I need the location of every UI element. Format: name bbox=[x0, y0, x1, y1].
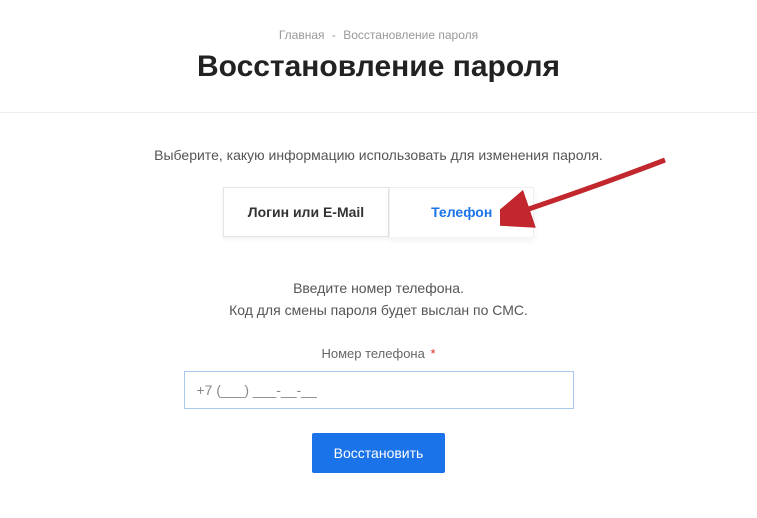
phone-label-text: Номер телефона bbox=[321, 346, 424, 361]
phone-desc-line2: Код для смены пароля будет выслан по СМС… bbox=[0, 299, 757, 321]
phone-description: Введите номер телефона. Код для смены па… bbox=[0, 277, 757, 322]
tab-login-email[interactable]: Логин или E-Mail bbox=[223, 187, 389, 237]
phone-input[interactable] bbox=[184, 371, 574, 409]
restore-button[interactable]: Восстановить bbox=[312, 433, 446, 473]
tabs-container: Логин или E-Mail Телефон bbox=[0, 187, 757, 237]
input-wrapper bbox=[0, 371, 757, 409]
breadcrumb-current: Восстановление пароля bbox=[343, 28, 478, 42]
instruction-text: Выберите, какую информацию использовать … bbox=[0, 113, 757, 187]
button-wrapper: Восстановить bbox=[0, 433, 757, 473]
breadcrumb-separator: - bbox=[332, 28, 336, 42]
breadcrumb-home-link[interactable]: Главная bbox=[279, 28, 325, 42]
page-title: Восстановление пароля bbox=[0, 50, 757, 112]
breadcrumb: Главная - Восстановление пароля bbox=[0, 0, 757, 50]
phone-field-label: Номер телефона * bbox=[0, 346, 757, 361]
tab-phone[interactable]: Телефон bbox=[389, 187, 534, 237]
required-mark: * bbox=[430, 346, 435, 361]
phone-desc-line1: Введите номер телефона. bbox=[0, 277, 757, 299]
